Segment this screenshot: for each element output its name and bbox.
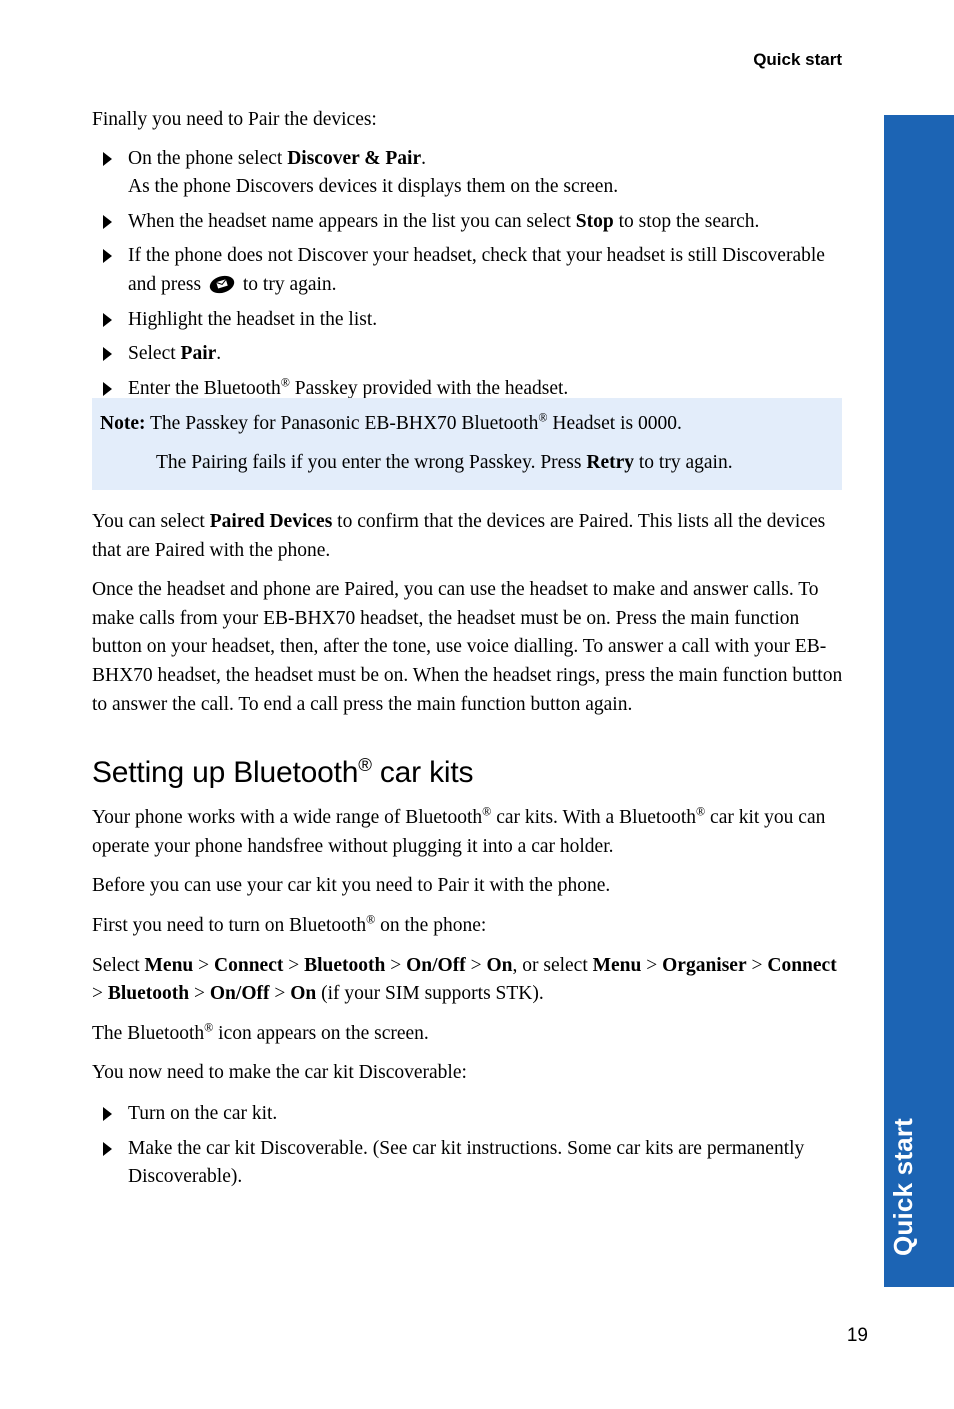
step-text-prefix: Highlight the headset in the list. (128, 308, 378, 330)
paired-devices-bold: Paired Devices (209, 511, 333, 532)
menu-separator: > (193, 954, 215, 976)
list-item: Select Pair. (92, 340, 844, 369)
registered-mark: ® (482, 804, 492, 819)
registered-mark: ® (204, 1020, 214, 1035)
menu-item-onoff-alt: On/Off (209, 983, 270, 1005)
step-text-suffix: . (421, 147, 427, 169)
triangle-bullet-icon (103, 1141, 112, 1156)
menu-item-on-alt: On (290, 983, 317, 1005)
envelope-softkey-icon (209, 275, 235, 294)
paragraph-usage: Once the headset and phone are Paired, y… (92, 579, 843, 715)
step-text-prefix: On the phone select (128, 147, 288, 169)
step-text-bold: Discover & Pair (287, 147, 422, 169)
section-heading-text-a: Setting up Bluetooth (92, 756, 359, 790)
menu-item-connect: Connect (214, 954, 284, 976)
step-text-suffix: to try again. (237, 273, 337, 295)
menu-separator: > (189, 983, 210, 1005)
menu-separator: > (269, 983, 291, 1005)
triangle-bullet-icon (103, 312, 112, 327)
registered-mark: ® (280, 375, 290, 390)
paragraph-before-pair: Before you can use your car kit you need… (92, 875, 611, 897)
list-item: Turn on the car kit. (92, 1100, 844, 1129)
menu-path: Select Menu > Connect > Bluetooth > On/O… (92, 952, 844, 1009)
section-heading-text-b: car kits (371, 756, 474, 790)
registered-mark: ® (695, 804, 706, 819)
running-header: Quick start (753, 50, 842, 69)
note-line-2-text-b: to try again. (634, 451, 733, 473)
menu-path-lead: Select (92, 954, 145, 976)
note-line-1-text-b: Headset is 0000. (547, 413, 682, 434)
note-line-2-text-a: The Pairing fails if you enter the wrong… (156, 451, 587, 473)
side-tab-quick-start: Quick start (884, 115, 954, 1287)
list-item: When the headset name appears in the lis… (92, 208, 844, 237)
step-text-suffix: . (216, 343, 222, 365)
triangle-bullet-icon (103, 214, 112, 229)
note-box: Note: The Passkey for Panasonic EB-BHX70… (92, 398, 842, 490)
paragraph-paired-devices: You can select Paired Devices to confirm… (92, 508, 844, 565)
page-content: Finally you need to Pair the devices: On… (92, 106, 844, 406)
triangle-bullet-icon (103, 249, 112, 264)
registered-mark: ® (358, 754, 372, 776)
list-item: Make the car kit Discoverable. (See car … (92, 1135, 844, 1192)
side-tab-label: Quick start (888, 1117, 918, 1257)
step-text-suffix: Passkey provided with the headset. (289, 377, 569, 399)
page-content-lower: You can select Paired Devices to confirm… (92, 508, 844, 1195)
menu-item-onoff: On/Off (406, 954, 466, 976)
note-line-1: Note: The Passkey for Panasonic EB-BHX70… (100, 410, 830, 439)
menu-item-organiser: Organiser (662, 954, 747, 976)
menu-separator: > (92, 983, 108, 1005)
step-text-bold: Stop (575, 210, 614, 232)
paragraph-make-discoverable: You now need to make the car kit Discove… (92, 1062, 467, 1084)
page-title: Setting up Bluetooth® car kits (92, 755, 844, 791)
step-subline: As the phone Discovers devices it displa… (128, 176, 619, 198)
list-item: On the phone select Discover & Pair. As … (92, 145, 844, 202)
page-number: 19 (846, 1325, 868, 1346)
menu-item-on: On (486, 954, 513, 976)
note-label: Note: (100, 413, 146, 434)
paragraph-carkit-intro: Your phone works with a wide range of Bl… (92, 804, 844, 861)
step-text-prefix: Enter the Bluetooth (128, 377, 281, 399)
carkit-intro-a: Your phone works with a wide range of Bl… (92, 807, 483, 829)
note-line-1-text-a: The Passkey for Panasonic EB-BHX70 Bluet… (145, 413, 539, 434)
menu-separator: > (465, 954, 487, 976)
note-retry-bold: Retry (586, 451, 635, 473)
list-item: If the phone does not Discover your head… (92, 242, 844, 299)
paragraph-turn-on-bluetooth: First you need to turn on Bluetooth® on … (92, 912, 844, 941)
carkit-intro-b: car kits. With a Bluetooth (491, 807, 696, 829)
bt-icon-b: icon appears on the screen. (213, 1022, 429, 1044)
triangle-bullet-icon (103, 151, 112, 166)
note-line-2: The Pairing fails if you enter the wrong… (156, 449, 830, 478)
menu-item-menu-alt: Menu (592, 954, 642, 976)
menu-path-or: , or select (512, 954, 593, 976)
menu-item-menu: Menu (144, 954, 194, 976)
paired-devices-text-a: You can select (92, 511, 210, 532)
pair-steps-list: On the phone select Discover & Pair. As … (92, 145, 844, 404)
step-text-prefix: When the headset name appears in the lis… (128, 210, 576, 232)
bt-icon-a: The Bluetooth (92, 1022, 205, 1044)
intro-lead: Finally you need to Pair the devices: (92, 109, 377, 130)
menu-item-bluetooth: Bluetooth (304, 954, 386, 976)
menu-separator: > (641, 954, 663, 976)
menu-path-trailing: (if your SIM supports STK). (316, 983, 544, 1005)
menu-separator: > (385, 954, 407, 976)
step-text-bold: Pair (180, 343, 217, 365)
list-item: Highlight the headset in the list. (92, 306, 844, 335)
carkit-steps-list: Turn on the car kit. Make the car kit Di… (92, 1100, 844, 1192)
step-text-suffix: to stop the search. (613, 210, 760, 232)
triangle-bullet-icon (103, 347, 112, 362)
paragraph-bt-icon: The Bluetooth® icon appears on the scree… (92, 1020, 844, 1049)
menu-item-connect-alt: Connect (767, 954, 837, 976)
menu-separator: > (283, 954, 305, 976)
carkit-step-text: Make the car kit Discoverable. (See car … (128, 1137, 805, 1188)
turn-on-bt-b: on the phone: (375, 914, 487, 936)
carkit-step-text: Turn on the car kit. (128, 1102, 278, 1124)
triangle-bullet-icon (103, 1106, 112, 1121)
registered-mark: ® (366, 912, 376, 927)
triangle-bullet-icon (103, 381, 112, 396)
registered-mark: ® (538, 410, 548, 425)
menu-separator: > (746, 954, 768, 976)
step-text-prefix: Select (128, 343, 181, 365)
menu-item-bluetooth-alt: Bluetooth (107, 983, 190, 1005)
turn-on-bt-a: First you need to turn on Bluetooth (92, 914, 367, 936)
